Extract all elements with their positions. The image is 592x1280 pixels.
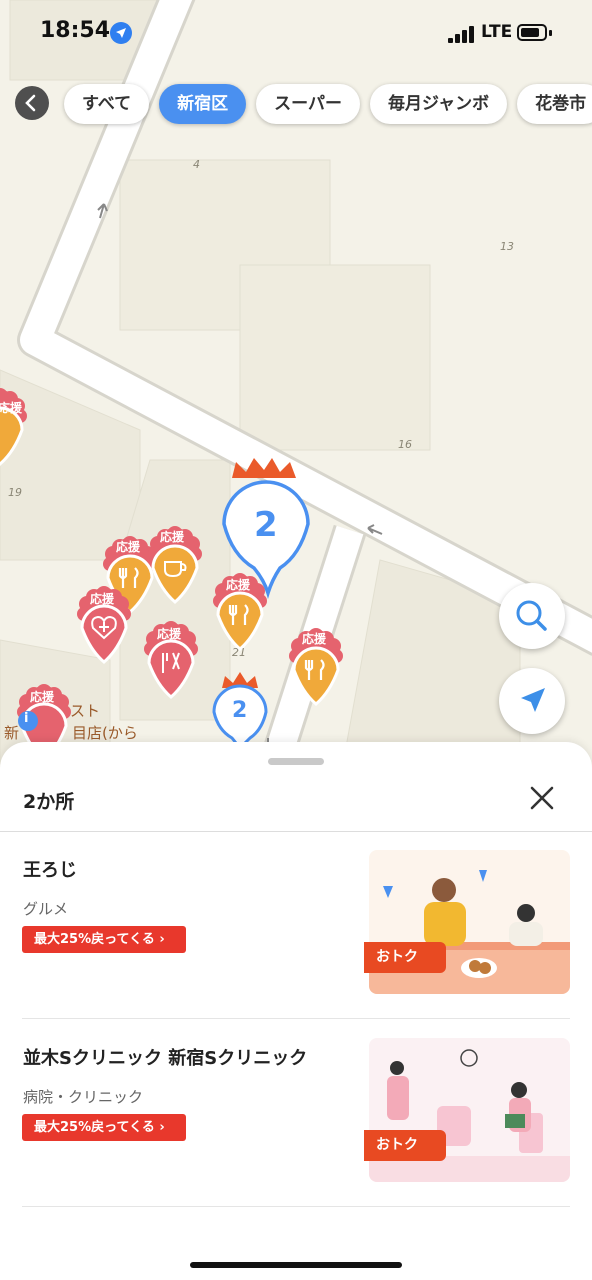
pin-label: 応援 [157,627,182,641]
cluster-count[interactable]: 2 [254,505,278,545]
list-item[interactable]: 王ろじ グルメ 最大25%戻ってくる › おトク [0,832,592,1020]
divider [22,1206,570,1207]
current-location-button[interactable] [499,668,565,734]
map-search-button[interactable] [499,583,565,649]
filter-chip-supermarket[interactable]: スーパー [256,84,360,124]
filter-chip-hanamaki[interactable]: 花巻市 [517,84,592,124]
sheet-grabber[interactable] [268,758,324,765]
deal-tag: おトク [364,942,446,973]
close-button[interactable] [526,782,558,814]
home-indicator[interactable] [190,1262,402,1268]
network-type: LTE [481,22,513,42]
close-icon [530,786,554,810]
search-icon [516,600,547,631]
filter-chip-shinjuku[interactable]: 新宿区 [159,84,247,124]
list-item[interactable]: 並木Sクリニック 新宿Sクリニック 病院・クリニック 最大25%戻ってくる › … [0,1020,592,1208]
status-time: 18:54 [40,18,111,43]
deal-tag: おトク [364,1130,446,1161]
results-sheet[interactable]: 2か所 王ろじ グルメ 最大25%戻ってくる › おトク 並木Sクリニック 新宿… [0,742,592,1280]
cellular-signal-icon [448,26,474,43]
pin-label: 応援 [0,401,23,415]
filter-chip-monthly-jumbo[interactable]: 毎月ジャンボ [369,84,508,124]
shop-name: 並木Sクリニック 新宿Sクリニック [23,1048,308,1069]
filter-chip-bar: すべて 新宿区 スーパー 毎月ジャンボ 花巻市 [64,84,592,124]
back-button[interactable] [15,86,49,120]
location-arrow-icon [521,688,545,712]
filter-chip-all[interactable]: すべて [64,84,150,124]
location-arrow-icon [110,22,132,44]
pin-label: 応援 [116,540,141,554]
pin-label: 応援 [160,530,185,544]
shop-category: グルメ [23,900,69,918]
chevron-left-icon [25,94,36,112]
battery-icon [517,24,547,41]
info-icon[interactable]: i [24,711,28,726]
pin-label: 応援 [226,578,251,592]
place-label: 新 [4,724,20,742]
shop-name: 王ろじ [23,860,77,881]
cashback-badge[interactable]: 最大25%戻ってくる › [22,1114,186,1141]
pin-label: 応援 [30,690,55,704]
sheet-title: 2か所 [23,791,75,813]
battery-cap [549,30,552,36]
place-label: 目店(から [72,724,138,742]
pin-label: 応援 [90,592,115,606]
status-bar: 18:54 LTE [0,0,592,70]
place-label: スト [70,702,101,720]
cashback-badge[interactable]: 最大25%戻ってくる › [22,926,186,953]
shop-category: 病院・クリニック [23,1088,144,1106]
pin-label: 応援 [302,632,327,646]
divider [22,1018,570,1019]
cluster-count[interactable]: 2 [232,698,247,723]
